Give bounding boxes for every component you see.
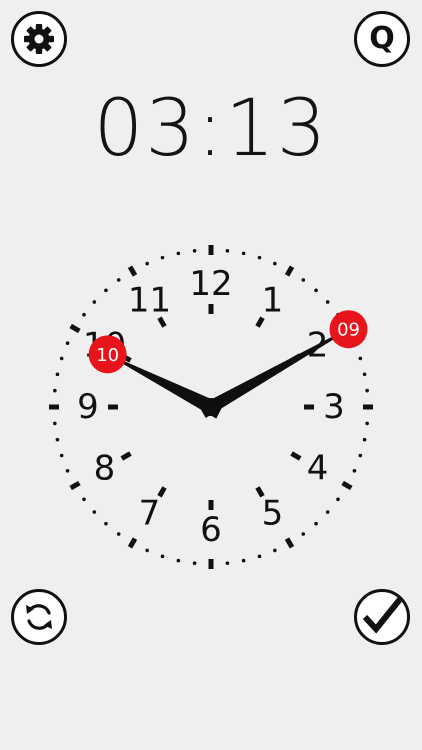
minute-dot bbox=[362, 372, 367, 377]
minute-dot bbox=[365, 421, 369, 426]
clock-numeral-3: 3 bbox=[323, 387, 345, 427]
minute-dot bbox=[336, 497, 340, 502]
hour-tick-inner bbox=[290, 451, 302, 461]
clock-numeral-9: 9 bbox=[77, 387, 99, 427]
minute-dot bbox=[225, 561, 230, 565]
minute-dot bbox=[176, 558, 181, 563]
hour-tick-outer bbox=[341, 480, 353, 491]
quit-label: Q bbox=[369, 21, 395, 56]
hour-tick-inner bbox=[157, 316, 167, 328]
minute-dot bbox=[301, 532, 306, 536]
confirm-button[interactable] bbox=[354, 589, 410, 645]
hour-tick-outer bbox=[69, 480, 81, 491]
reset-button[interactable] bbox=[11, 589, 67, 645]
refresh-icon bbox=[26, 604, 52, 630]
minute-dot bbox=[65, 341, 70, 345]
minute-dot bbox=[301, 278, 306, 282]
clock-numeral-11: 11 bbox=[128, 280, 171, 320]
minute-dot bbox=[53, 421, 57, 426]
settings-button[interactable] bbox=[11, 11, 67, 67]
clock-numeral-7: 7 bbox=[139, 494, 161, 534]
clock-numeral-5: 5 bbox=[262, 494, 284, 534]
minute-dot bbox=[116, 278, 121, 282]
checkmark-icon bbox=[362, 596, 404, 634]
minute-dot bbox=[192, 561, 197, 565]
clock-numeral-4: 4 bbox=[307, 449, 329, 489]
clock-numeral-8: 8 bbox=[94, 449, 116, 489]
minute-dot bbox=[92, 510, 97, 514]
minute-dot bbox=[116, 532, 121, 536]
short-clock-hand[interactable] bbox=[123, 361, 224, 419]
minute-dot bbox=[325, 300, 330, 304]
minute-dot bbox=[145, 261, 149, 266]
minute-dot bbox=[59, 356, 64, 361]
minute-dot bbox=[82, 312, 86, 317]
hour-tick-outer bbox=[127, 265, 138, 277]
minute-dot bbox=[53, 388, 57, 393]
minute-dot bbox=[273, 261, 277, 266]
clock-hands bbox=[123, 336, 334, 419]
clock-numeral-1: 1 bbox=[262, 280, 284, 320]
hour-tick-outer bbox=[127, 537, 138, 549]
minute-dot bbox=[352, 469, 357, 473]
clock-numeral-12: 12 bbox=[189, 264, 232, 304]
minute-dot bbox=[325, 510, 330, 514]
minute-dot bbox=[365, 388, 369, 393]
minute-hand-badge[interactable]: 09 bbox=[329, 310, 368, 349]
minute-dot bbox=[362, 437, 367, 442]
hour-tick-inner bbox=[255, 316, 265, 328]
hour-tick-inner bbox=[120, 451, 132, 461]
minute-dot bbox=[160, 255, 165, 260]
minute-dot bbox=[241, 251, 246, 256]
minute-dot bbox=[59, 453, 64, 458]
minute-dot bbox=[160, 554, 165, 559]
minute-dot bbox=[92, 300, 97, 304]
hour-tick-inner bbox=[157, 486, 167, 498]
minute-dot bbox=[257, 554, 262, 559]
minute-dot bbox=[314, 521, 318, 526]
minute-dot bbox=[241, 558, 246, 563]
gear-icon bbox=[24, 24, 54, 54]
minute-dot bbox=[55, 372, 60, 377]
minute-dot bbox=[104, 521, 108, 526]
hour-tick-outer bbox=[284, 265, 295, 277]
digital-time-display: 03:13 bbox=[93, 84, 329, 174]
hour-tick-outer bbox=[284, 537, 295, 549]
minute-dot bbox=[82, 497, 86, 502]
minute-hand-badge-label: 09 bbox=[337, 320, 360, 341]
minute-dot bbox=[145, 548, 149, 553]
minute-dot bbox=[65, 469, 70, 473]
minute-dot bbox=[225, 249, 230, 253]
minute-dot bbox=[358, 356, 363, 361]
minute-dot bbox=[104, 288, 108, 293]
hour-hand-badge[interactable]: 10 bbox=[88, 335, 127, 374]
hour-hand-badge-label: 10 bbox=[96, 345, 119, 366]
clock-numeral-6: 6 bbox=[200, 510, 222, 550]
minute-dot bbox=[358, 453, 363, 458]
minute-dot bbox=[176, 251, 181, 256]
minute-dot bbox=[314, 288, 318, 293]
quit-button[interactable]: Q bbox=[354, 11, 410, 67]
minute-dot bbox=[192, 249, 197, 253]
hour-tick-outer bbox=[69, 323, 81, 334]
minute-dot bbox=[273, 548, 277, 553]
hour-tick-inner bbox=[255, 486, 265, 498]
minute-dot bbox=[55, 437, 60, 442]
minute-dot bbox=[257, 255, 262, 260]
